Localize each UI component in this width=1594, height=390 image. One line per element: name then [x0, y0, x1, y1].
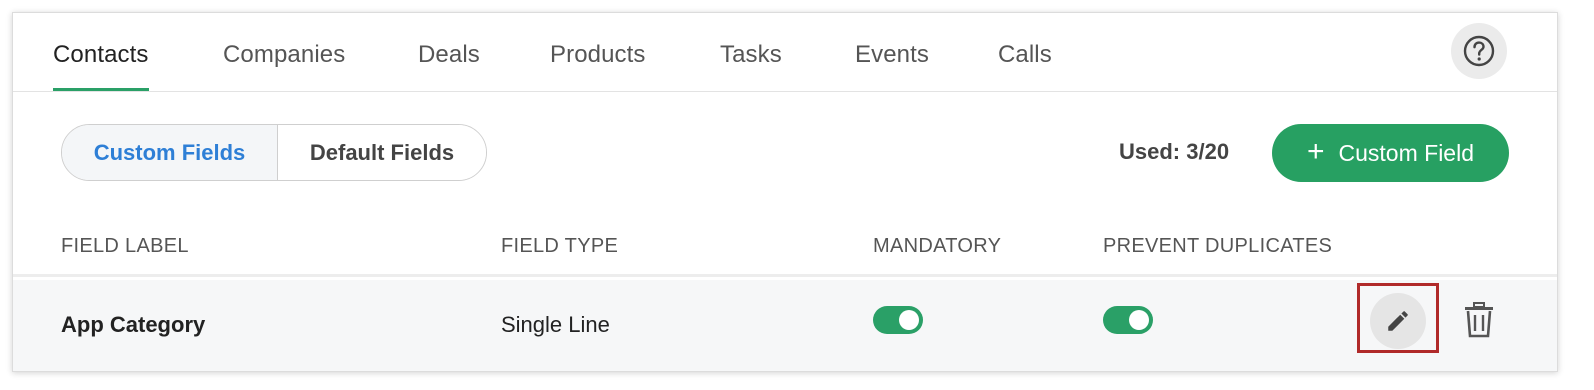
module-tabs: Contacts Companies Deals Products Tasks … [13, 13, 1557, 92]
field-label-cell: App Category [61, 312, 206, 337]
edit-highlight-box [1357, 283, 1439, 353]
trash-icon [1465, 302, 1493, 338]
custom-fields-panel: Contacts Companies Deals Products Tasks … [12, 12, 1558, 372]
tab-deals[interactable]: Deals [418, 41, 480, 91]
table-row: App Category Single Line [13, 280, 1557, 371]
edit-icon [1388, 311, 1408, 331]
toggle-knob [899, 310, 919, 330]
mandatory-toggle[interactable] [873, 306, 923, 334]
plus-icon: + [1306, 134, 1325, 168]
tab-companies[interactable]: Companies [223, 41, 345, 91]
header-field-label: FIELD LABEL [61, 235, 189, 257]
help-circle-icon [1463, 35, 1495, 67]
add-custom-field-button[interactable]: + Custom Field [1272, 124, 1509, 182]
help-button[interactable] [1451, 23, 1507, 79]
tab-events[interactable]: Events [855, 41, 929, 91]
tab-tasks[interactable]: Tasks [720, 41, 782, 91]
header-prevent-duplicates: PREVENT DUPLICATES [1103, 235, 1333, 257]
custom-fields-segment[interactable]: Custom Fields [62, 125, 278, 180]
table-header: FIELD LABEL FIELD TYPE MANDATORY PREVENT… [13, 213, 1557, 277]
prevent-duplicates-toggle[interactable] [1103, 306, 1153, 334]
tab-products[interactable]: Products [550, 41, 646, 91]
edit-button[interactable] [1370, 293, 1426, 349]
toggle-knob [1129, 310, 1149, 330]
tab-contacts[interactable]: Contacts [53, 41, 149, 91]
header-mandatory: MANDATORY [873, 235, 1002, 257]
add-custom-field-label: Custom Field [1338, 139, 1474, 166]
header-field-type: FIELD TYPE [501, 235, 619, 257]
default-fields-segment[interactable]: Default Fields [278, 125, 486, 180]
field-type-switch: Custom Fields Default Fields [61, 124, 487, 181]
field-type-cell: Single Line [501, 312, 610, 337]
usage-counter: Used: 3/20 [1119, 139, 1230, 164]
delete-button[interactable] [1461, 300, 1497, 340]
tab-calls[interactable]: Calls [998, 41, 1052, 91]
